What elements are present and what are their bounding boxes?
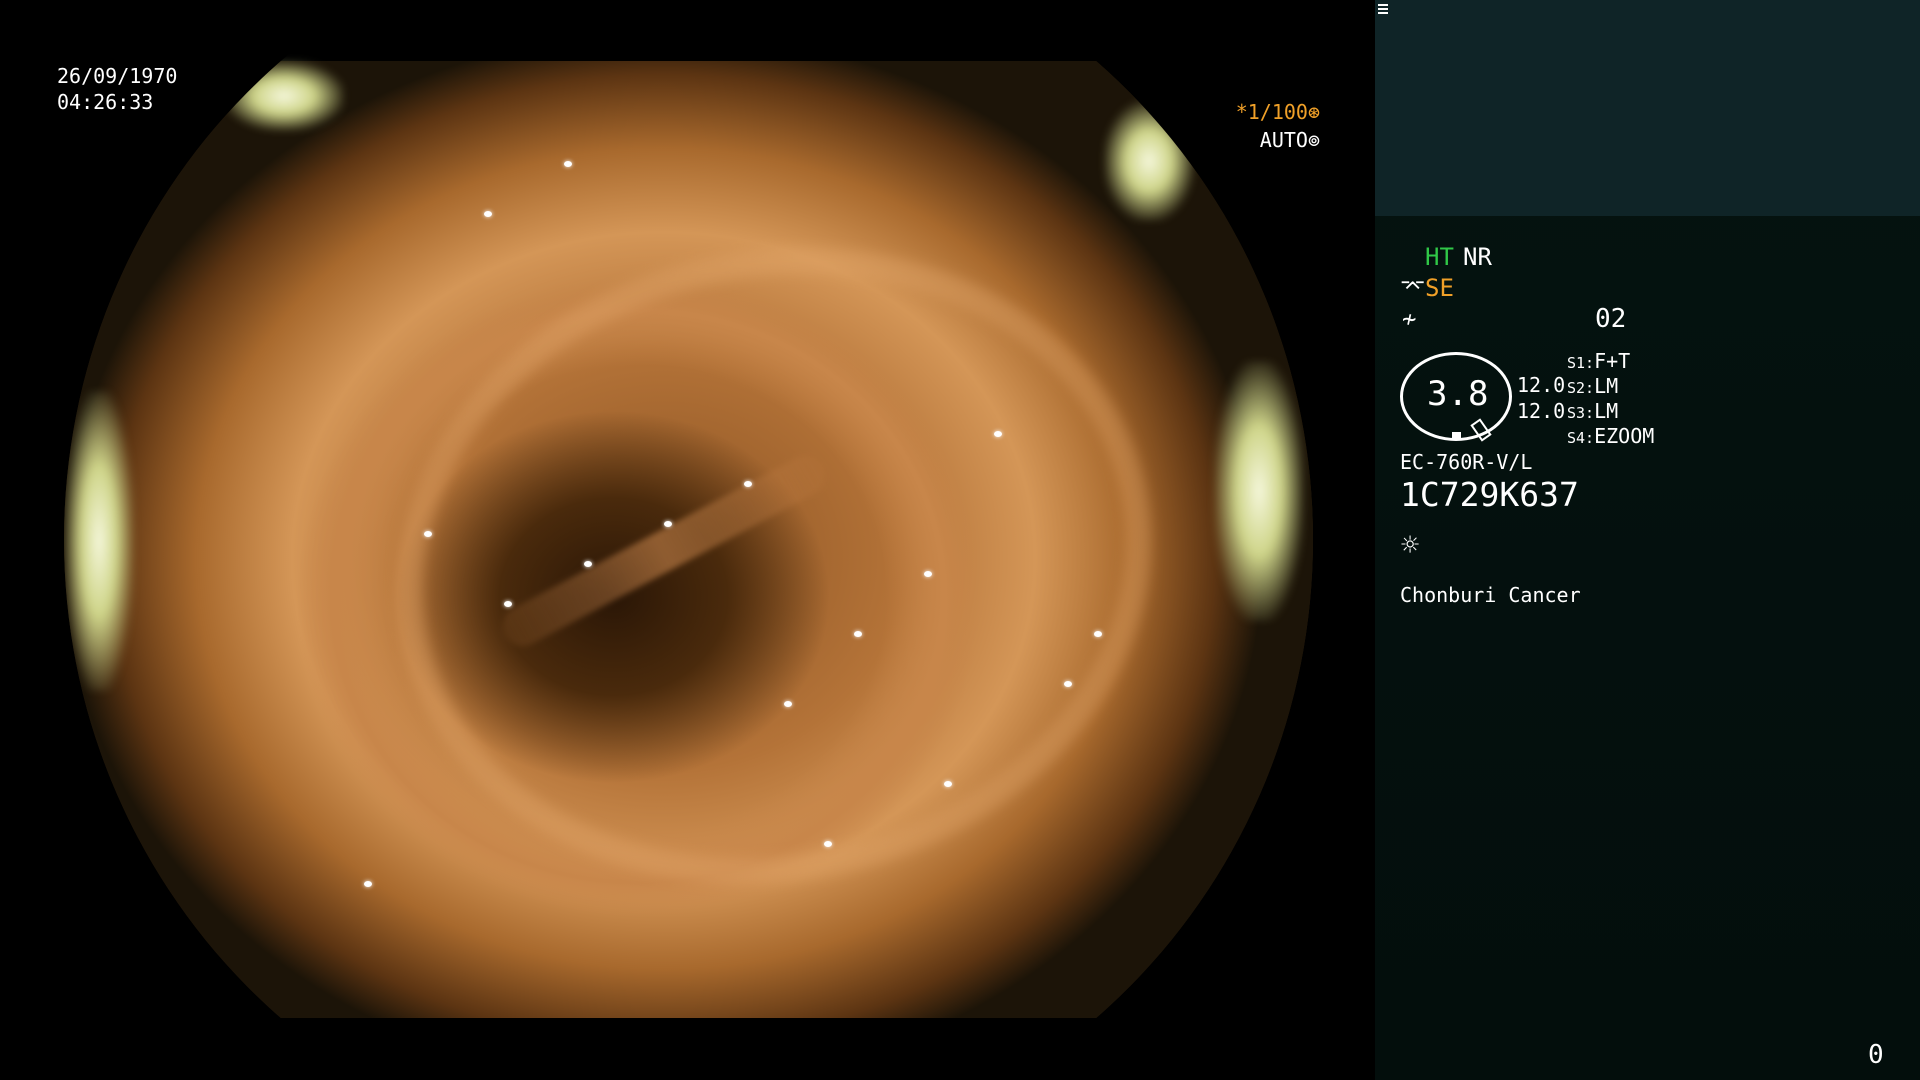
switch-key: S2: xyxy=(1567,379,1595,397)
light-reflection xyxy=(224,61,344,131)
memory-value: 02 xyxy=(1595,304,1627,334)
specular-highlight xyxy=(504,601,512,607)
info-panel: HT NR ⌤ SE ≁ 02 3.8 12.0 12.0 S1:F+T S2:… xyxy=(1375,0,1920,1080)
switch-value: LM xyxy=(1594,374,1619,398)
switch-s4: S4:EZOOM xyxy=(1567,424,1654,448)
iris-mode: AUTO⊚ xyxy=(1180,126,1320,154)
specular-highlight xyxy=(944,781,952,787)
switch-key: S4: xyxy=(1567,429,1595,447)
switch-key: S1: xyxy=(1567,354,1595,372)
specular-highlight xyxy=(824,841,832,847)
iris-text: AUTO xyxy=(1259,128,1308,152)
endoscope-image-area: 26/09/1970 04:26:33 *1/100⊛ AUTO⊚ xyxy=(0,0,1375,1080)
specular-highlight xyxy=(484,211,492,217)
structure-enhance-label: HT xyxy=(1425,243,1454,271)
light-reflection xyxy=(1214,361,1304,621)
iris-icon: ⊚ xyxy=(1307,128,1320,152)
date-text: 26/09/1970 xyxy=(57,64,178,88)
specular-highlight xyxy=(664,521,672,527)
light-source-icon: ☼ xyxy=(1401,528,1420,563)
light-reflection xyxy=(64,391,134,691)
specular-highlight xyxy=(924,571,932,577)
se-label: SE xyxy=(1425,274,1454,302)
panel-header-area xyxy=(1375,0,1920,216)
mucosal-fold xyxy=(336,178,1212,954)
switch-value: F+T xyxy=(1594,349,1631,373)
shutter-speed: *1/100⊛ xyxy=(1180,98,1320,126)
switch-value: LM xyxy=(1594,399,1619,423)
date-time-stamp: 26/09/1970 04:26:33 xyxy=(57,63,177,115)
specular-highlight xyxy=(1094,631,1102,637)
specular-highlight xyxy=(994,431,1002,437)
scope-serial: 1C729K637 xyxy=(1400,475,1579,514)
time-text: 04:26:33 xyxy=(57,90,154,114)
switch-s1: S1:F+T xyxy=(1567,349,1630,373)
specular-highlight xyxy=(564,161,572,167)
specular-highlight xyxy=(424,531,432,537)
setting-value-1: 12.0 xyxy=(1517,373,1566,397)
frame-counter: 0 xyxy=(1868,1040,1884,1070)
switch-key: S3: xyxy=(1567,404,1595,422)
shutter-info: *1/100⊛ AUTO⊚ xyxy=(1180,98,1320,154)
specular-highlight xyxy=(364,881,372,887)
specular-highlight xyxy=(744,481,752,487)
specular-highlight xyxy=(854,631,862,637)
endoscopic-view xyxy=(64,61,1313,1018)
shutter-text: *1/100 xyxy=(1235,100,1308,124)
switch-value: EZOOM xyxy=(1594,424,1655,448)
switch-s3: S3:LM xyxy=(1567,399,1618,423)
specular-highlight xyxy=(784,701,792,707)
noise-reduction-label: NR xyxy=(1463,243,1492,271)
shutter-icon: ⊛ xyxy=(1307,100,1320,124)
specular-highlight xyxy=(584,561,592,567)
zoom-mark-icon xyxy=(1452,432,1461,440)
institution-name: Chonburi Cancer xyxy=(1400,583,1581,607)
scope-model: EC-760R-V/L xyxy=(1400,450,1533,474)
zoom-value: 3.8 xyxy=(1427,374,1489,414)
switch-s2: S2:LM xyxy=(1567,374,1618,398)
setting-value-2: 12.0 xyxy=(1517,399,1566,423)
color-enhance-icon: ≁ xyxy=(1402,305,1417,333)
specular-highlight xyxy=(1064,681,1072,687)
scope-enhance-icon: ⌤ xyxy=(1400,275,1426,300)
